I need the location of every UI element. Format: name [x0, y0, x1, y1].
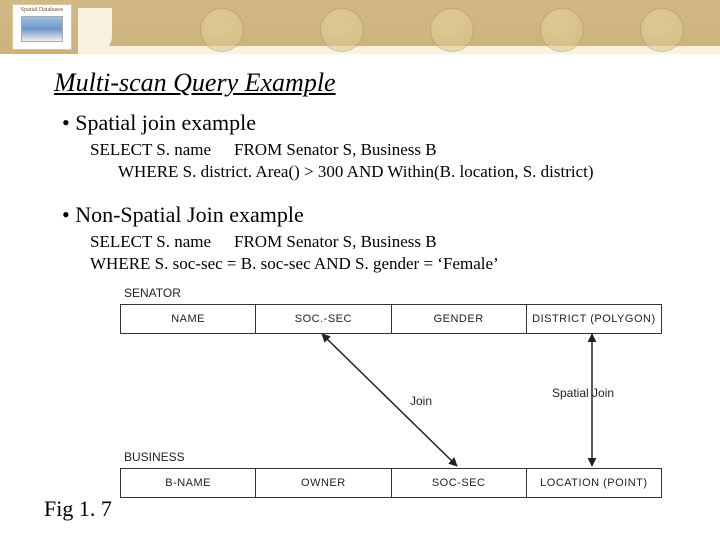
logo-image	[21, 16, 63, 42]
business-label: BUSINESS	[124, 450, 185, 464]
join-label: Join	[410, 394, 432, 408]
column-header: SOC.-SEC	[256, 305, 391, 333]
senator-table: NAME SOC.-SEC GENDER DISTRICT (POLYGON)	[120, 304, 662, 334]
slide-body: Multi-scan Query Example • Spatial join …	[0, 54, 720, 540]
code-line: SELECT S. name	[90, 140, 211, 160]
globe-icon	[200, 8, 244, 52]
column-header: LOCATION (POINT)	[527, 469, 661, 497]
code-line: FROM Senator S, Business B	[234, 232, 437, 252]
globe-icon	[320, 8, 364, 52]
column-header: GENDER	[392, 305, 527, 333]
code-line: SELECT S. name	[90, 232, 211, 252]
logo-text: Spatial Databases	[13, 5, 71, 14]
figure-caption: Fig 1. 7	[44, 496, 112, 522]
code-line: FROM Senator S, Business B	[234, 140, 437, 160]
join-diagram: SENATOR BUSINESS Join Spatial Join NAME …	[120, 286, 680, 518]
code-line: WHERE S. soc-sec = B. soc-sec AND S. gen…	[90, 254, 499, 274]
business-table: B-NAME OWNER SOC-SEC LOCATION (POINT)	[120, 468, 662, 498]
banner-bar	[78, 46, 720, 54]
column-header: B-NAME	[121, 469, 256, 497]
senator-label: SENATOR	[124, 286, 181, 300]
slide-title: Multi-scan Query Example	[54, 68, 336, 98]
bullet-spatial-join: • Spatial join example	[62, 110, 256, 136]
slide-banner: Spatial Databases	[0, 0, 720, 54]
globe-icon	[430, 8, 474, 52]
column-header: OWNER	[256, 469, 391, 497]
bullet-nonspatial-join: • Non-Spatial Join example	[62, 202, 304, 228]
code-line: WHERE S. district. Area() > 300 AND With…	[118, 162, 594, 182]
globe-icon	[540, 8, 584, 52]
logo-card: Spatial Databases	[12, 4, 72, 50]
spatial-join-label: Spatial Join	[552, 386, 614, 400]
column-header: DISTRICT (POLYGON)	[527, 305, 661, 333]
column-header: NAME	[121, 305, 256, 333]
globe-icon	[640, 8, 684, 52]
column-header: SOC-SEC	[392, 469, 527, 497]
